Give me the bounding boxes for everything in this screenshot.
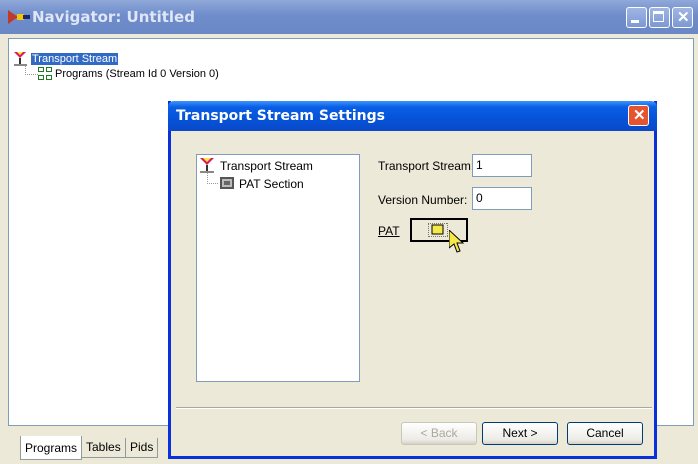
minimize-icon [631,20,639,23]
dialog-tree-item-pat-section[interactable]: PAT Section [239,177,304,191]
app-icon [8,10,30,27]
cursor-icon [448,228,465,257]
tree-connector [207,173,218,184]
tab-tables[interactable]: Tables [81,438,126,458]
pat-label: PAT [378,224,400,238]
tab-programs[interactable]: Programs [20,436,83,460]
dialog-title: Transport Stream Settings [176,108,385,124]
dialog-tree-item-transport-stream[interactable]: Transport Stream [220,159,313,173]
tab-pids[interactable]: Pids [125,438,159,458]
version-number-label: Version Number: [378,193,468,207]
pat-section-icon [220,177,234,192]
maximize-icon [653,11,664,22]
transport-stream-field[interactable]: 1 [472,154,532,177]
close-icon: ✕ [633,107,646,124]
dialog-close-button[interactable]: ✕ [628,105,649,126]
programs-icon [38,67,52,83]
close-icon: ✕ [677,9,690,26]
dialog-separator [176,407,652,409]
transport-stream-label: Transport Stream: [378,159,475,173]
pat-open-icon [427,222,449,240]
tree-item-transport-stream[interactable]: Transport Stream [31,53,119,65]
maximize-button[interactable] [649,7,670,28]
window-title: Navigator: Untitled [32,8,195,26]
minimize-button[interactable] [626,7,647,28]
back-button[interactable]: < Back [401,422,477,445]
tree-item-programs[interactable]: Programs (Stream Id 0 Version 0) [55,68,219,80]
next-button[interactable]: Next > [482,422,558,445]
cancel-button[interactable]: Cancel [567,422,643,445]
close-button[interactable]: ✕ [672,7,693,28]
tree-connector [25,66,38,75]
version-number-field[interactable]: 0 [472,187,532,210]
